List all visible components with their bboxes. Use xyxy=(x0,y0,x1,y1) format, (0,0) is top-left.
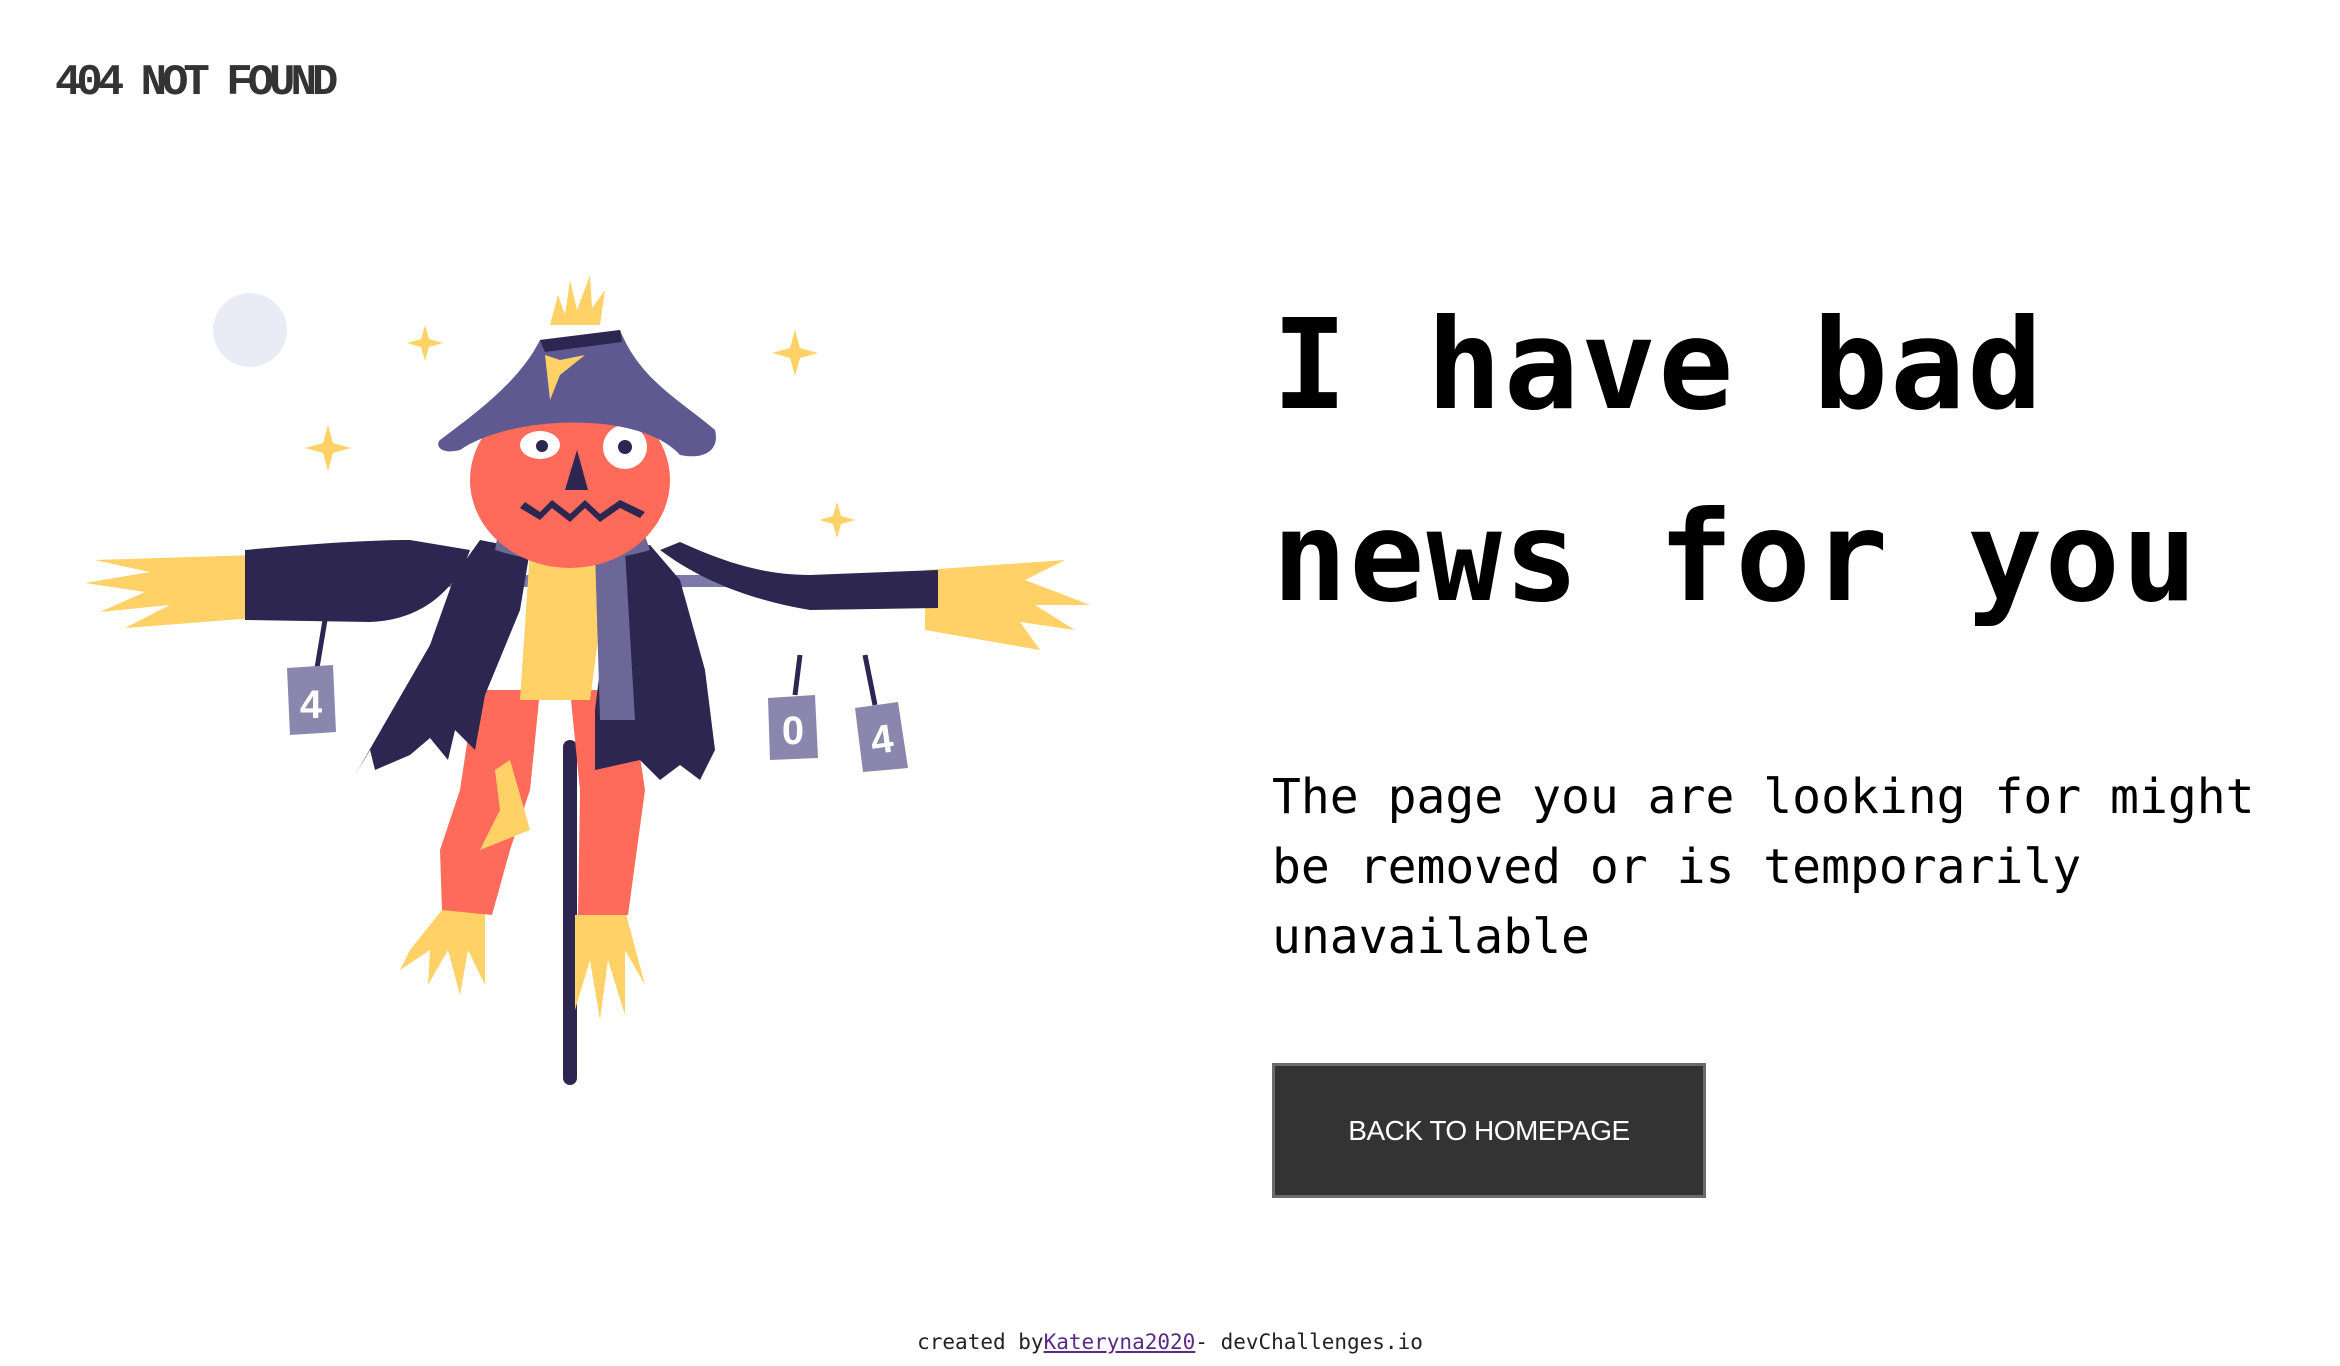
page-headline: I have bad news for you xyxy=(1272,270,2312,654)
pole xyxy=(563,740,577,1085)
site-logo[interactable]: 404 NOT FOUND xyxy=(55,58,338,108)
can-digit: 4 xyxy=(300,683,323,727)
footer-suffix: - devChallenges.io xyxy=(1195,1330,1423,1354)
straw-feet xyxy=(400,900,645,1020)
author-link[interactable]: Kateryna2020 xyxy=(1044,1330,1196,1354)
footer-prefix: created by xyxy=(917,1330,1044,1354)
can-digit: 0 xyxy=(782,709,804,753)
moon-icon xyxy=(213,293,287,367)
headline-line-1: I have bad xyxy=(1272,293,2045,438)
headline-line-2: news for you xyxy=(1272,485,2200,630)
scarecrow-illustration: 4 0 4 xyxy=(85,275,1090,1085)
back-to-homepage-button[interactable]: BACK TO HOMEPAGE xyxy=(1272,1063,1706,1198)
footer-credits: created byKateryna2020- devChallenges.io xyxy=(0,1330,2340,1354)
error-message: The page you are looking for might be re… xyxy=(1272,769,2255,965)
